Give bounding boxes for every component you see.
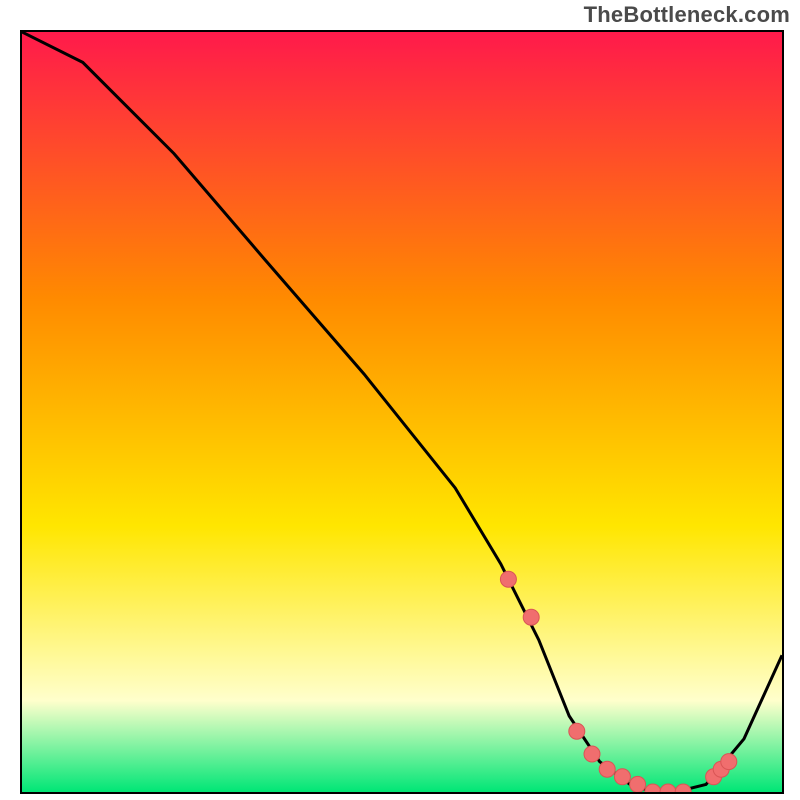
trough-marker (721, 754, 737, 770)
gradient-background (22, 32, 782, 792)
trough-marker (569, 723, 585, 739)
trough-marker (614, 769, 630, 785)
trough-marker (584, 746, 600, 762)
trough-marker (630, 776, 646, 792)
plot-area (20, 30, 784, 794)
chart-svg (22, 32, 782, 792)
trough-marker (523, 609, 539, 625)
trough-marker (500, 571, 516, 587)
attribution-label: TheBottleneck.com (584, 2, 790, 28)
trough-marker (599, 761, 615, 777)
chart-stage: TheBottleneck.com (0, 0, 800, 800)
